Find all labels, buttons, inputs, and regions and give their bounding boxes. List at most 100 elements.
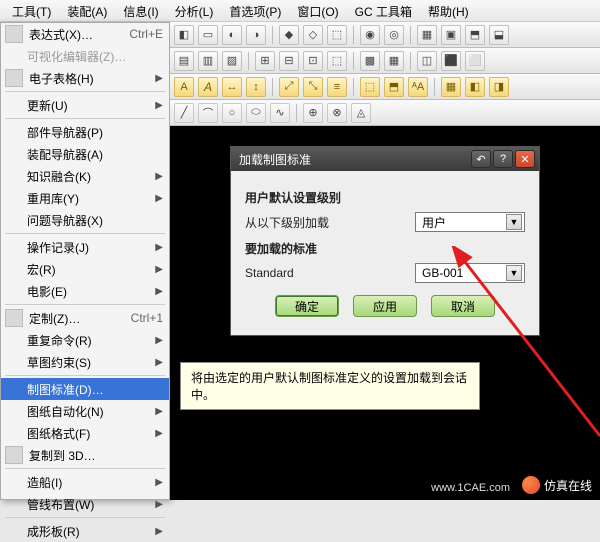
menu-item[interactable]: 造船(I)▶ xyxy=(1,471,169,493)
tool-icon[interactable]: ◧ xyxy=(174,25,194,45)
menu-info[interactable]: 信息(I) xyxy=(115,0,166,21)
menu-help[interactable]: 帮助(H) xyxy=(420,0,477,21)
tool-icon[interactable]: ▣ xyxy=(441,25,461,45)
tool-icon[interactable]: ◇ xyxy=(303,25,323,45)
tool-icon[interactable]: ≡ xyxy=(327,77,347,97)
tool-icon[interactable]: ▨ xyxy=(222,51,242,71)
menu-analysis[interactable]: 分析(L) xyxy=(167,0,222,21)
tool-icon[interactable]: ◫ xyxy=(417,51,437,71)
tool-icon[interactable]: ▥ xyxy=(198,51,218,71)
tool-icon[interactable]: ∿ xyxy=(270,103,290,123)
menu-item[interactable]: 图纸自动化(N)▶ xyxy=(1,400,169,422)
chevron-right-icon: ▶ xyxy=(155,406,163,417)
tool-icon[interactable]: ⬒ xyxy=(465,25,485,45)
tool-icon[interactable]: ↔ xyxy=(222,77,242,97)
menu-assembly[interactable]: 装配(A) xyxy=(59,0,115,21)
apply-button[interactable]: 应用 xyxy=(353,295,417,317)
cancel-button[interactable]: 取消 xyxy=(431,295,495,317)
menu-item[interactable]: 操作记录(J)▶ xyxy=(1,236,169,258)
dialog-undo-icon[interactable]: ↶ xyxy=(471,150,491,168)
tool-icon[interactable]: ◑ xyxy=(246,25,266,45)
dialog-close-icon[interactable]: ✕ xyxy=(515,150,535,168)
tool-icon[interactable]: ⊗ xyxy=(327,103,347,123)
tool-icon[interactable]: ↕ xyxy=(246,77,266,97)
tool-icon[interactable]: ⬛ xyxy=(441,51,461,71)
menu-item[interactable]: 装配导航器(A) xyxy=(1,143,169,165)
menu-item[interactable]: 部件导航器(P) xyxy=(1,121,169,143)
tool-icon[interactable]: ◉ xyxy=(360,25,380,45)
menu-bar: 工具(T) 装配(A) 信息(I) 分析(L) 首选项(P) 窗口(O) GC … xyxy=(0,0,600,22)
menu-tools[interactable]: 工具(T) xyxy=(4,0,59,21)
chevron-right-icon: ▶ xyxy=(155,286,163,297)
tool-icon[interactable]: ▦ xyxy=(384,51,404,71)
tool-icon[interactable]: ◨ xyxy=(489,77,509,97)
menu-item[interactable]: 成形板(R)▶ xyxy=(1,520,169,542)
footer-url: www.1CAE.com xyxy=(431,482,510,494)
toolbar-4: ╱ ⌒ ○ ⬭ ∿ ⊕ ⊗ ◬ xyxy=(170,100,600,126)
tool-icon[interactable]: ⊞ xyxy=(255,51,275,71)
chevron-right-icon: ▶ xyxy=(155,193,163,204)
menu-item[interactable]: 制图标准(D)… xyxy=(1,378,169,400)
menu-item[interactable]: 更新(U)▶ xyxy=(1,94,169,116)
dialog-help-icon[interactable]: ? xyxy=(493,150,513,168)
tool-icon[interactable]: ◬ xyxy=(351,103,371,123)
dialog-titlebar[interactable]: 加载制图标准 ↶ ? ✕ xyxy=(231,147,539,171)
tool-icon[interactable]: ⬭ xyxy=(246,103,266,123)
tool-icon[interactable]: ╱ xyxy=(174,103,194,123)
tool-icon[interactable]: ◆ xyxy=(279,25,299,45)
menu-item[interactable]: 问题导航器(X) xyxy=(1,209,169,231)
menu-item[interactable]: 复制到 3D… xyxy=(1,444,169,466)
menu-gc-toolbox[interactable]: GC 工具箱 xyxy=(347,0,420,21)
menu-item[interactable]: 电子表格(H)▶ xyxy=(1,67,169,89)
tool-icon[interactable]: ⬒ xyxy=(384,77,404,97)
tool-icon[interactable]: ⬓ xyxy=(489,25,509,45)
tool-icon[interactable]: ◎ xyxy=(384,25,404,45)
tool-icon[interactable]: ◐ xyxy=(222,25,242,45)
tool-icon[interactable]: ⊕ xyxy=(303,103,323,123)
tool-icon[interactable]: ⌒ xyxy=(198,103,218,123)
menu-item[interactable]: 重复命令(R)▶ xyxy=(1,329,169,351)
menu-item[interactable]: 知识融合(K)▶ xyxy=(1,165,169,187)
load-from-level-combo[interactable]: 用户 ▼ xyxy=(415,212,525,232)
tool-icon[interactable]: ▩ xyxy=(360,51,380,71)
tool-icon[interactable]: ᴬA xyxy=(408,77,428,97)
tool-icon[interactable]: A xyxy=(198,77,218,97)
tool-icon[interactable]: ⤡ xyxy=(303,77,323,97)
standard-combo[interactable]: GB-001 ▼ xyxy=(415,263,525,283)
menu-item[interactable]: 表达式(X)…Ctrl+E xyxy=(1,23,169,45)
tool-icon[interactable]: ▦ xyxy=(441,77,461,97)
tool-icon[interactable]: A xyxy=(174,77,194,97)
toolbar-2: ▤ ▥ ▨ ⊞ ⊟ ⊡ ⬚ ▩ ▦ ◫ ⬛ ⬜ xyxy=(170,48,600,74)
menu-item[interactable]: 电影(E)▶ xyxy=(1,280,169,302)
toolbar-1: ◧ ▭ ◐ ◑ ◆ ◇ ⬚ ◉ ◎ ▦ ▣ ⬒ ⬓ xyxy=(170,22,600,48)
tool-icon[interactable]: ⤢ xyxy=(279,77,299,97)
chevron-right-icon: ▶ xyxy=(155,264,163,275)
tool-icon[interactable]: ⬚ xyxy=(327,25,347,45)
menu-item[interactable]: 草图约束(S)▶ xyxy=(1,351,169,373)
tool-icon[interactable]: ▦ xyxy=(417,25,437,45)
menu-preferences[interactable]: 首选项(P) xyxy=(221,0,289,21)
tool-icon[interactable]: ◧ xyxy=(465,77,485,97)
chevron-down-icon[interactable]: ▼ xyxy=(506,265,522,281)
menu-item[interactable]: 定制(Z)…Ctrl+1 xyxy=(1,307,169,329)
tool-icon[interactable]: ⊟ xyxy=(279,51,299,71)
menu-item[interactable]: 管线布置(W)▶ xyxy=(1,493,169,515)
dialog-section-standard: 要加载的标准 xyxy=(245,240,525,257)
tool-icon[interactable]: ○ xyxy=(222,103,242,123)
tool-icon[interactable]: ▭ xyxy=(198,25,218,45)
ok-button[interactable]: 确定 xyxy=(275,295,339,317)
tool-icon[interactable]: ⊡ xyxy=(303,51,323,71)
chevron-right-icon: ▶ xyxy=(155,357,163,368)
chevron-right-icon: ▶ xyxy=(155,171,163,182)
tool-icon[interactable]: ⬚ xyxy=(360,77,380,97)
tool-icon[interactable]: ▤ xyxy=(174,51,194,71)
menu-window[interactable]: 窗口(O) xyxy=(289,0,346,21)
chevron-down-icon[interactable]: ▼ xyxy=(506,214,522,230)
drawing-canvas[interactable]: 1CAE 加载制图标准 ↶ ? ✕ 用户默认设置级别 从以下级别加载 用户 ▼ xyxy=(170,126,600,500)
brand-orb-icon xyxy=(522,476,540,494)
tool-icon[interactable]: ⬚ xyxy=(327,51,347,71)
menu-item[interactable]: 宏(R)▶ xyxy=(1,258,169,280)
menu-item[interactable]: 图纸格式(F)▶ xyxy=(1,422,169,444)
tool-icon[interactable]: ⬜ xyxy=(465,51,485,71)
menu-item[interactable]: 重用库(Y)▶ xyxy=(1,187,169,209)
